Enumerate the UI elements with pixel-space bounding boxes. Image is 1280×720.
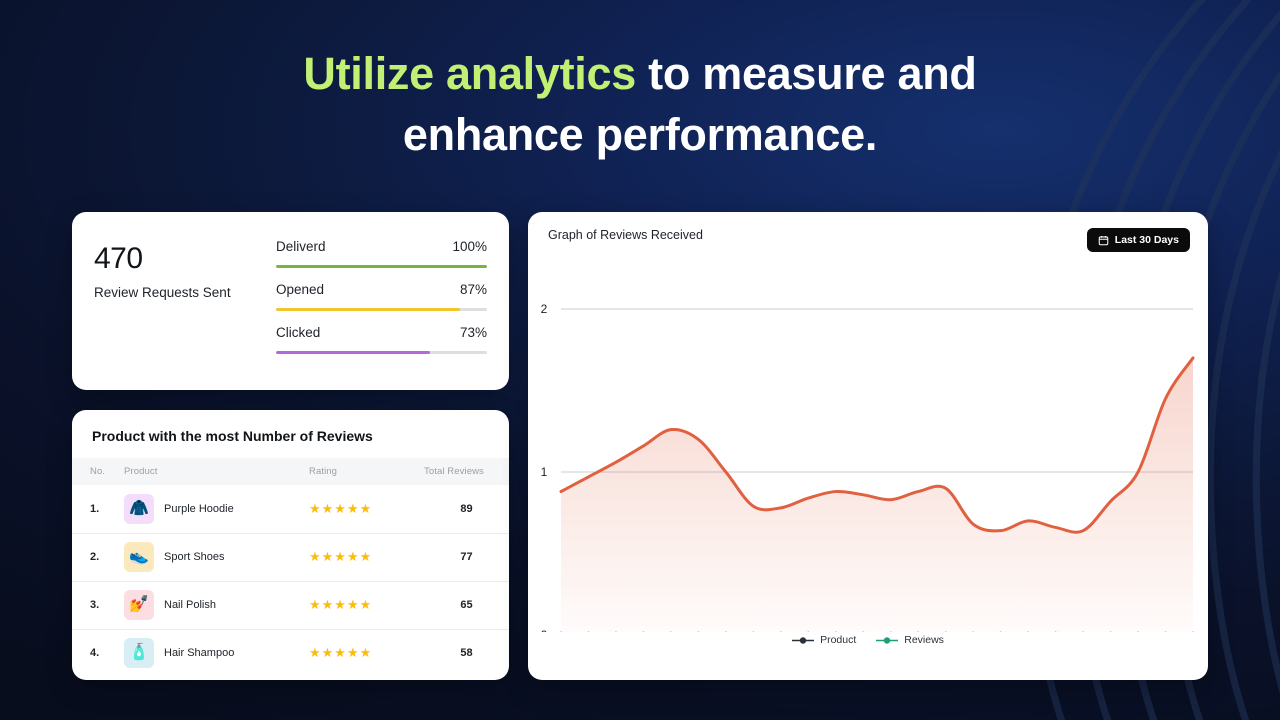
reviews-area-chart: 0128 Feb10 Feb12 Feb14 Feb16 Feb18 Feb20… [541, 302, 1195, 632]
table-header: No. Product Rating Total Reviews [72, 458, 509, 485]
legend-item-reviews[interactable]: Reviews [876, 634, 944, 646]
column-header-product: Product [124, 458, 309, 485]
rating-stars: ★★★★★ [309, 549, 373, 564]
metric-progress-fill [276, 308, 460, 311]
chart-plot-area: 0128 Feb10 Feb12 Feb14 Feb16 Feb18 Feb20… [528, 252, 1208, 632]
table-row[interactable]: 4. 🧴 Hair Shampoo ★★★★★ 58 [72, 628, 509, 677]
total-reviews-value: 77 [424, 532, 509, 581]
headline-accent: Utilize analytics [303, 48, 636, 99]
area-fill [561, 357, 1193, 632]
y-axis-tick-label: 0 [541, 628, 548, 632]
legend-label: Reviews [904, 634, 944, 646]
metric-label: Deliverd [276, 239, 326, 254]
rating-stars: ★★★★★ [309, 500, 373, 516]
metric-value: 73% [459, 325, 487, 340]
legend-marker [792, 636, 815, 645]
metrics-list: Deliverd 100% Opened 87% Clicked 73% [276, 234, 487, 372]
legend-marker [876, 636, 899, 645]
table-body: 1. 🧥 Purple Hoodie ★★★★★ 89 2. 👟 Sport Shoes ★★★… [72, 485, 509, 677]
headline-line-1: Utilize analytics to measure and [0, 44, 1280, 105]
top-products-title: Product with the most Number of Reviews [92, 428, 373, 444]
metric-progress-track [276, 265, 487, 268]
metric-clicked: Clicked 73% [276, 325, 487, 354]
metric-label: Clicked [276, 325, 321, 340]
column-header-total-reviews: Total Reviews [424, 458, 509, 485]
legend-label: Product [820, 634, 857, 646]
row-number: 3. [72, 580, 124, 629]
product-name: Nail Polish [164, 599, 216, 611]
product-name: Sport Shoes [164, 551, 225, 563]
table-row[interactable]: 3. 💅 Nail Polish ★★★★★ 65 [72, 580, 509, 629]
column-header-no: No. [72, 458, 124, 485]
calendar-icon [1098, 235, 1109, 246]
chart-legend: Product Reviews [528, 634, 1208, 646]
legend-item-product[interactable]: Product [792, 634, 856, 646]
metric-label: Opened [276, 282, 325, 297]
total-reviews-value: 65 [424, 580, 509, 629]
stats-summary: 470 Review Requests Sent [94, 234, 276, 372]
shampoo-bottle-icon: 🧴 [124, 638, 154, 669]
total-reviews-value: 89 [460, 502, 473, 515]
table-row[interactable]: 1. 🧥 Purple Hoodie ★★★★★ 89 [72, 485, 509, 533]
table-header-row: No. Product Rating Total Reviews [72, 458, 509, 485]
metric-progress-fill [276, 351, 431, 354]
date-range-label: Last 30 Days [1114, 234, 1179, 246]
metric-value: 100% [452, 239, 487, 254]
nail-polish-icon: 💅 [124, 590, 154, 620]
total-reviews-value: 58 [424, 628, 509, 677]
metric-opened: Opened 87% [276, 282, 487, 311]
metric-progress-track [276, 308, 487, 311]
date-range-button[interactable]: Last 30 Days [1086, 228, 1190, 252]
page-title: Utilize analytics to measure and enhance… [0, 44, 1280, 166]
review-requests-card: 470 Review Requests Sent Deliverd 100% Ope… [72, 212, 509, 390]
y-axis-tick-label: 2 [541, 302, 548, 316]
headline-line-2: enhance performance. [402, 108, 878, 160]
chart-title: Graph of Reviews Received [548, 228, 703, 242]
product-name: Hair Shampoo [164, 647, 235, 660]
headline-rest: to measure and [635, 48, 977, 99]
rating-stars: ★★★★★ [309, 597, 373, 612]
metric-progress-fill [276, 265, 487, 268]
top-products-table: No. Product Rating Total Reviews 1. 🧥 Purp… [72, 458, 509, 677]
column-header-rating: Rating [309, 458, 424, 485]
review-requests-caption: Review Requests Sent [94, 285, 231, 300]
metric-deliverd: Deliverd 100% [276, 239, 487, 268]
reviews-graph-card: Graph of Reviews Received Last 30 Days 0… [528, 212, 1208, 680]
top-products-card: Product with the most Number of Reviews … [72, 410, 509, 680]
product-name: Purple Hoodie [164, 502, 234, 515]
review-requests-count: 470 [94, 242, 143, 275]
metric-value: 87% [459, 282, 487, 297]
sneaker-icon: 👟 [124, 542, 154, 572]
row-number: 2. [72, 532, 124, 581]
rating-stars: ★★★★★ [309, 645, 373, 661]
metric-progress-track [276, 351, 487, 354]
row-number: 1. [90, 502, 100, 515]
row-number: 4. [72, 628, 124, 677]
y-axis-tick-label: 1 [541, 465, 548, 479]
hoodie-icon: 🧥 [124, 493, 154, 524]
promo-banner: Utilize analytics to measure and enhance… [0, 0, 1280, 720]
table-row[interactable]: 2. 👟 Sport Shoes ★★★★★ 77 [72, 532, 509, 581]
